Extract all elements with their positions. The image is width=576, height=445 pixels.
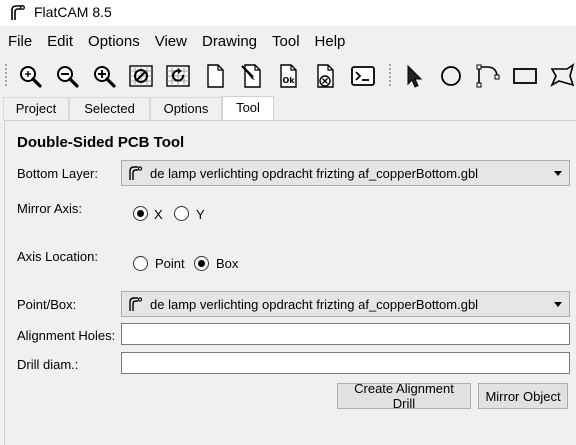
bottom-layer-combo[interactable]: de lamp verlichting opdracht frizting af…: [121, 160, 570, 186]
tab-tool[interactable]: Tool: [222, 96, 274, 120]
new-document-icon: [207, 64, 224, 88]
toolbar-grip-2[interactable]: [388, 63, 392, 87]
delete-document-icon: [317, 64, 334, 88]
arc-button[interactable]: [474, 62, 502, 90]
replot-icon: [166, 65, 190, 87]
zoom-out-button[interactable]: [53, 62, 81, 90]
tab-selected[interactable]: Selected: [69, 97, 150, 120]
new-document-button[interactable]: [201, 62, 229, 90]
flatcam-logo-icon: [11, 5, 25, 20]
rectangle-icon: [513, 68, 537, 84]
arc-icon: [476, 64, 500, 88]
menu-edit[interactable]: Edit: [39, 31, 80, 53]
zoom-in-button[interactable]: [90, 62, 118, 90]
window-title: FlatCAM 8.5: [34, 4, 112, 20]
bottom-layer-label: Bottom Layer:: [17, 166, 98, 181]
menu-help[interactable]: Help: [307, 31, 353, 53]
toolbar-grip[interactable]: [4, 63, 8, 87]
shell-button[interactable]: [349, 62, 377, 90]
mirror-axis-x-radio[interactable]: [133, 206, 148, 221]
menu-tool[interactable]: Tool: [264, 31, 307, 53]
mirror-axis-y-radio[interactable]: [174, 206, 189, 221]
zoom-fit-button[interactable]: [16, 62, 44, 90]
tab-project[interactable]: Project: [3, 97, 69, 120]
title-bar: FlatCAM 8.5: [0, 0, 576, 26]
delete-document-button[interactable]: [312, 62, 340, 90]
tool-title: Double-Sided PCB Tool: [17, 134, 185, 151]
menu-options[interactable]: Options: [80, 31, 147, 53]
select-pointer-button[interactable]: [400, 62, 428, 90]
ok-document-button[interactable]: Ok: [275, 62, 303, 90]
polygon-icon: [550, 63, 575, 87]
gerber-object-icon: [129, 297, 143, 311]
axis-location-point-radio[interactable]: [133, 256, 148, 271]
circle-button[interactable]: [437, 62, 465, 90]
mirror-axis-x-label: X: [154, 207, 163, 222]
drill-diam-input[interactable]: [121, 352, 570, 374]
bottom-layer-value: de lamp verlichting opdracht frizting af…: [150, 165, 479, 181]
mirror-axis-y-label: Y: [196, 207, 205, 222]
alignment-holes-label: Alignment Holes:: [17, 328, 116, 343]
axis-location-label: Axis Location:: [17, 249, 98, 264]
svg-text:Ok: Ok: [282, 76, 295, 85]
rectangle-button[interactable]: [511, 62, 539, 90]
clear-plot-icon: [129, 65, 153, 87]
tool-panel: Double-Sided PCB Tool Bottom Layer: de l…: [4, 120, 576, 445]
replot-button[interactable]: [164, 62, 192, 90]
chevron-down-icon: [554, 302, 562, 307]
drill-diam-label: Drill diam.:: [17, 357, 79, 372]
edit-document-icon: [241, 64, 261, 88]
menu-bar: File Edit Options View Drawing Tool Help: [0, 31, 576, 53]
circle-icon: [441, 66, 461, 86]
point-box-value: de lamp verlichting opdracht frizting af…: [150, 296, 479, 312]
point-box-combo[interactable]: de lamp verlichting opdracht frizting af…: [121, 291, 570, 317]
polygon-button[interactable]: [548, 62, 576, 90]
tab-options[interactable]: Options: [150, 97, 222, 120]
create-alignment-drill-button[interactable]: Create Alignment Drill: [337, 381, 471, 411]
point-box-label: Point/Box:: [17, 297, 77, 312]
menu-view[interactable]: View: [147, 31, 194, 53]
toolbar: Ok: [0, 58, 576, 92]
menu-file[interactable]: File: [0, 31, 39, 53]
edit-document-button[interactable]: [238, 62, 266, 90]
mirror-object-button[interactable]: Mirror Object: [478, 383, 568, 409]
shell-icon: [351, 66, 375, 86]
select-pointer-icon: [407, 64, 423, 88]
ok-document-icon: Ok: [280, 64, 297, 88]
axis-location-box-label: Box: [216, 256, 239, 271]
mirror-axis-label: Mirror Axis:: [17, 201, 82, 216]
notebook-tabs: Project Selected Options Tool: [0, 96, 576, 120]
clear-plot-button[interactable]: [127, 62, 155, 90]
gerber-object-icon: [129, 166, 143, 180]
zoom-out-icon: [57, 66, 79, 88]
zoom-fit-icon: [20, 66, 42, 88]
zoom-in-icon: [94, 66, 116, 88]
alignment-holes-input[interactable]: [121, 323, 570, 345]
menu-drawing[interactable]: Drawing: [194, 31, 264, 53]
axis-location-point-label: Point: [155, 256, 185, 271]
axis-location-box-radio[interactable]: [194, 256, 209, 271]
chevron-down-icon: [554, 171, 562, 176]
